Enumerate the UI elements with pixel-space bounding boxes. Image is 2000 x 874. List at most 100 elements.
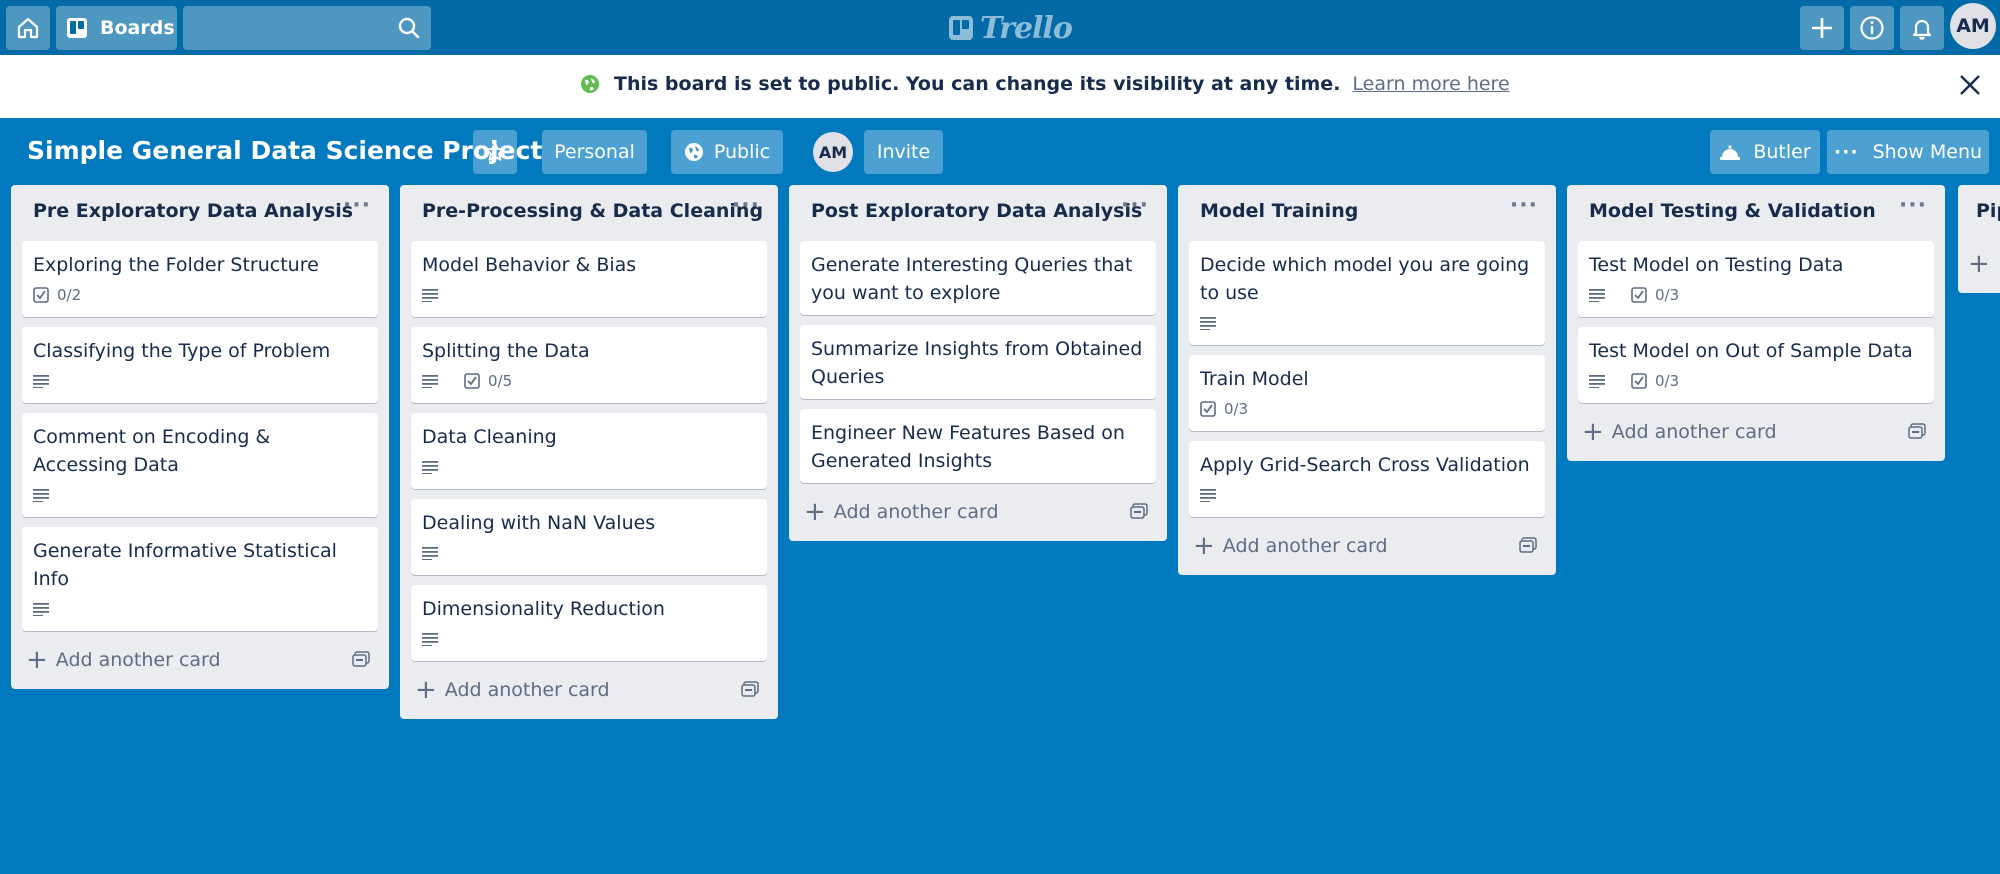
description-icon [1200,488,1224,502]
card-badges: 0/3 [1589,281,1923,309]
list[interactable]: Pre-Processing & Data Cleaning ··· Model B… [400,185,778,719]
card[interactable]: Model Behavior & Bias [411,241,767,317]
card-badges [33,481,367,509]
globe-icon [684,143,703,161]
star-button[interactable] [473,130,517,174]
list[interactable]: Pre Exploratory Data Analysis ··· Explorin… [11,185,389,689]
card-badges [33,367,367,395]
plus-icon [1812,18,1832,38]
description-icon [1200,316,1224,330]
member-avatar[interactable]: AM [813,132,853,172]
list[interactable]: Model Training ··· Decide which model you … [1178,185,1556,575]
description-icon [33,374,57,388]
card-title: Dimensionality Reduction [422,598,665,620]
public-board-banner: This board is set to public. You can cha… [0,55,2000,118]
checklist-count: 0/2 [57,286,82,304]
list-menu-icon[interactable]: ··· [343,193,371,218]
trello-logo[interactable]: Trello [948,8,1073,48]
checklist-count: 0/3 [1224,400,1249,418]
butler-button[interactable]: Butler [1710,130,1820,174]
show-menu-button[interactable]: ··· Show Menu [1827,130,1989,174]
card[interactable]: Dealing with NaN Values [411,499,767,575]
learn-more-link[interactable]: Learn more here [1352,73,1509,95]
description-icon [422,460,446,474]
list-header: Post Exploratory Data Analysis ··· [789,185,1167,241]
card[interactable]: Data Cleaning [411,413,767,489]
card[interactable]: Classifying the Type of Problem [22,327,378,403]
notifications-button[interactable] [1900,6,1944,50]
banner-message-row: This board is set to public. You can cha… [580,73,1510,95]
list-menu-icon[interactable]: ··· [1899,193,1927,218]
add-card-label: Add another card [444,679,610,701]
checklist-icon [1200,401,1224,417]
card[interactable]: Splitting the Data 0/5 [411,327,767,403]
card[interactable]: Dimensionality Reduction [411,585,767,661]
list-menu-icon[interactable]: ··· [732,193,760,218]
add-card-button[interactable]: + Add another card [411,671,767,709]
info-button[interactable] [1850,6,1894,50]
list-header: Pre-Processing & Data Cleaning ··· [400,185,778,241]
card-badges [1200,309,1534,337]
card-template-icon[interactable] [1130,502,1148,524]
card[interactable]: Test Model on Out of Sample Data 0/3 [1578,327,1934,403]
boards-button[interactable]: Boards [56,6,177,50]
add-card-button[interactable]: + Add another card [1578,413,1934,451]
list[interactable]: Model Testing & Validation ··· Test Model … [1567,185,1945,461]
board-title[interactable]: Simple General Data Science Project [27,136,542,165]
create-button[interactable] [1800,6,1844,50]
list-title[interactable]: Pre-Processing & Data Cleaning [422,200,763,222]
add-card-button[interactable]: + [1964,245,2000,283]
trello-logo-icon [949,16,973,40]
add-card-label: Add another card [1611,421,1777,443]
search-icon[interactable] [397,16,421,40]
plus-icon: + [1582,417,1604,447]
description-icon [422,546,446,560]
list-title[interactable]: Model Testing & Validation [1589,200,1876,222]
plus-icon: + [26,645,48,675]
card-title: Generate Informative Statistical Info [33,540,337,590]
card[interactable]: Engineer New Features Based on Generated… [800,409,1156,483]
card-template-icon[interactable] [741,680,759,702]
home-icon [17,17,39,39]
add-card-button[interactable]: + Add another card [800,493,1156,531]
home-button[interactable] [6,6,50,50]
team-visibility-button[interactable]: Personal [542,130,647,174]
card[interactable]: Generate Interesting Queries that you wa… [800,241,1156,315]
list-title[interactable]: Post Exploratory Data Analysis [811,200,1142,222]
card-badges: 0/3 [1589,367,1923,395]
list-menu-icon[interactable]: ··· [1121,193,1149,218]
list-menu-icon[interactable]: ··· [1510,193,1538,218]
boards-icon [67,18,87,38]
list-partial[interactable]: Pip + [1958,185,2000,293]
list-title[interactable]: Pip [1976,200,2000,222]
checklist-badge: 0/3 [1631,372,1679,390]
card[interactable]: Decide which model you are going to use [1189,241,1545,345]
banner-text: This board is set to public. You can cha… [614,73,1341,95]
card-badges [422,281,756,309]
add-card-button[interactable]: + Add another card [22,641,378,679]
list-title[interactable]: Model Training [1200,200,1358,222]
close-icon[interactable] [1958,73,1982,97]
card-template-icon[interactable] [1908,422,1926,444]
card[interactable]: Summarize Insights from Obtained Queries [800,325,1156,399]
list[interactable]: Post Exploratory Data Analysis ··· Generat… [789,185,1167,541]
search-box[interactable] [183,6,431,50]
description-icon [33,488,57,502]
card[interactable]: Apply Grid-Search Cross Validation [1189,441,1545,517]
list-title[interactable]: Pre Exploratory Data Analysis [33,200,353,222]
search-input[interactable] [191,12,385,46]
user-avatar[interactable]: AM [1950,3,1996,49]
card-template-icon[interactable] [352,650,370,672]
card[interactable]: Test Model on Testing Data 0/3 [1578,241,1934,317]
card[interactable]: Exploring the Folder Structure 0/2 [22,241,378,317]
invite-button[interactable]: Invite [864,130,943,174]
card-template-icon[interactable] [1519,536,1537,558]
card[interactable]: Generate Informative Statistical Info [22,527,378,631]
visibility-button[interactable]: Public [671,130,783,174]
card[interactable]: Comment on Encoding & Accessing Data [22,413,378,517]
card[interactable]: Train Model 0/3 [1189,355,1545,431]
description-icon [1589,288,1613,302]
plus-icon: + [1968,249,1990,279]
card-badges [1200,481,1534,509]
add-card-button[interactable]: + Add another card [1189,527,1545,565]
